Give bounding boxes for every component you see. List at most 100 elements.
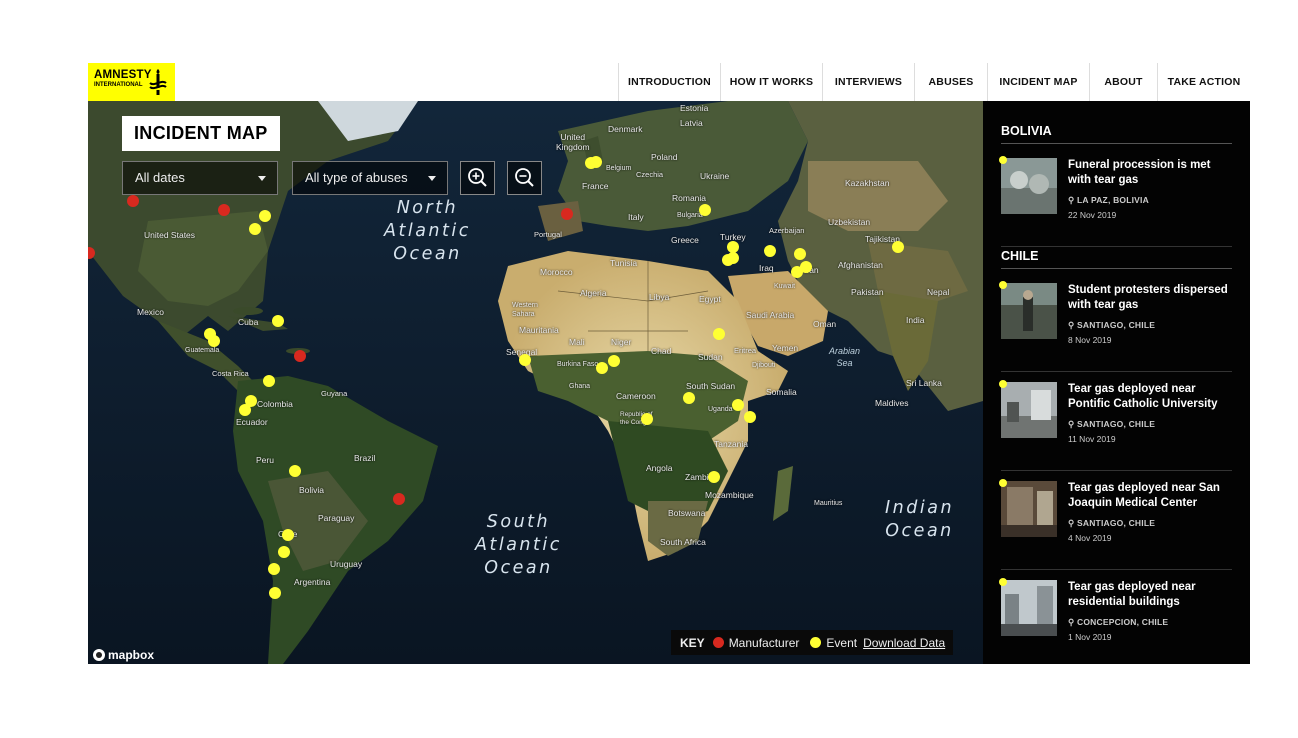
manufacturer-marker[interactable]	[218, 204, 230, 216]
incident-title: Tear gas deployed near San Joaquin Medic…	[1068, 482, 1220, 509]
location-pin-icon: ⚲	[1068, 617, 1077, 627]
event-marker[interactable]	[590, 156, 602, 168]
incident-card[interactable]: Funeral procession is met with tear gas …	[999, 156, 1232, 247]
event-marker[interactable]	[208, 335, 220, 347]
country-heading-chile: CHILE	[1001, 249, 1232, 269]
nav-introduction[interactable]: INTRODUCTION	[618, 63, 720, 101]
incident-location-text: CONCEPCION, CHILE	[1077, 617, 1169, 627]
country-label: Greece	[671, 235, 699, 245]
incident-list-panel[interactable]: BOLIVIA Funeral procession is met with t…	[983, 101, 1250, 664]
zoom-in-button[interactable]	[460, 161, 495, 195]
event-marker[interactable]	[713, 328, 725, 340]
country-label: Mali	[569, 337, 585, 347]
event-marker[interactable]	[727, 252, 739, 264]
event-marker[interactable]	[269, 587, 281, 599]
country-label: Burkina Faso	[557, 361, 599, 368]
incident-location-text: SANTIAGO, CHILE	[1077, 419, 1156, 429]
event-marker[interactable]	[289, 465, 301, 477]
event-marker[interactable]	[239, 404, 251, 416]
ocean-label-indian: Indian Ocean	[885, 498, 955, 541]
event-marker[interactable]	[892, 241, 904, 253]
event-marker[interactable]	[272, 315, 284, 327]
manufacturer-marker[interactable]	[294, 350, 306, 362]
country-label: Tunisia	[610, 258, 638, 268]
country-label: United States	[144, 230, 196, 240]
abuse-filter-select[interactable]: All type of abuses	[292, 161, 448, 195]
event-marker[interactable]	[282, 529, 294, 541]
incident-card[interactable]: Student protesters dispersed with tear g…	[999, 281, 1232, 372]
event-marker[interactable]	[249, 223, 261, 235]
country-label: Costa Rica	[212, 369, 249, 378]
nav-interviews[interactable]: INTERVIEWS	[822, 63, 914, 101]
event-marker[interactable]	[800, 261, 812, 273]
date-filter-select[interactable]: All dates	[122, 161, 278, 195]
country-label: Kuwait	[774, 283, 796, 290]
country-heading-bolivia: BOLIVIA	[1001, 124, 1232, 144]
manufacturer-marker[interactable]	[393, 493, 405, 505]
location-pin-icon: ⚲	[1068, 518, 1077, 528]
country-label: Guatemala	[185, 347, 220, 354]
country-label: Chad	[651, 346, 672, 356]
main-nav: INTRODUCTION HOW IT WORKS INTERVIEWS ABU…	[618, 63, 1250, 101]
country-label: Denmark	[608, 124, 643, 134]
event-marker[interactable]	[278, 546, 290, 558]
incident-date: 22 Nov 2019	[1068, 210, 1117, 220]
country-label: Afghanistan	[838, 260, 883, 270]
country-label: Djibouti	[752, 362, 776, 369]
nav-abuses[interactable]: ABUSES	[914, 63, 987, 101]
incident-title: Funeral procession is met with tear gas	[1068, 159, 1211, 186]
event-marker[interactable]	[794, 248, 806, 260]
incident-card[interactable]: Tear gas deployed near San Joaquin Medic…	[999, 479, 1232, 570]
event-marker[interactable]	[732, 399, 744, 411]
event-marker[interactable]	[764, 245, 776, 257]
country-label: Colombia	[257, 399, 293, 409]
incident-thumbnail	[1001, 382, 1057, 438]
event-marker[interactable]	[519, 354, 531, 366]
incident-thumbnail	[1001, 580, 1057, 636]
incident-card[interactable]: Tear gas deployed near residential build…	[999, 578, 1232, 664]
event-marker[interactable]	[259, 210, 271, 222]
event-marker[interactable]	[744, 411, 756, 423]
incident-location: ⚲ SANTIAGO, CHILE	[1068, 320, 1155, 331]
country-label: Mexico	[137, 307, 164, 317]
nav-incident-map[interactable]: INCIDENT MAP	[987, 63, 1089, 101]
country-label: Brazil	[354, 453, 376, 463]
date-filter-value: All dates	[135, 170, 185, 185]
event-marker[interactable]	[596, 362, 608, 374]
country-label: Uruguay	[330, 559, 363, 569]
event-marker[interactable]	[699, 204, 711, 216]
key-title: KEY	[680, 635, 705, 650]
manufacturer-marker[interactable]	[127, 195, 139, 207]
incident-location: ⚲ CONCEPCION, CHILE	[1068, 617, 1168, 628]
amnesty-logo[interactable]: AMNESTY INTERNATIONAL	[88, 63, 175, 101]
event-marker[interactable]	[708, 471, 720, 483]
country-label: Peru	[256, 455, 274, 465]
incident-location-text: SANTIAGO, CHILE	[1077, 518, 1156, 528]
nav-take-action[interactable]: TAKE ACTION	[1157, 63, 1250, 101]
manufacturer-marker[interactable]	[561, 208, 573, 220]
event-marker[interactable]	[268, 563, 280, 575]
event-marker[interactable]	[608, 355, 620, 367]
mapbox-attribution[interactable]: mapbox	[93, 648, 154, 662]
key-event: Event	[826, 635, 858, 650]
nav-about[interactable]: ABOUT	[1089, 63, 1157, 101]
country-label: Eritrea	[734, 346, 757, 355]
country-label: Cameroon	[616, 391, 656, 401]
country-label: Azerbaijan	[769, 226, 805, 235]
country-label: Ecuador	[236, 417, 268, 427]
mapbox-logo-icon	[93, 649, 105, 661]
event-marker[interactable]	[263, 375, 275, 387]
nav-how-it-works[interactable]: HOW IT WORKS	[720, 63, 822, 101]
incident-map[interactable]: INCIDENT MAP All dates All type of abuse…	[88, 101, 983, 664]
chevron-down-icon	[258, 176, 266, 181]
country-label: Mauritius	[814, 500, 843, 507]
event-marker[interactable]	[683, 392, 695, 404]
incident-title: Tear gas deployed near Pontific Catholic…	[1068, 383, 1218, 410]
country-label: Libya	[649, 292, 670, 302]
event-marker[interactable]	[641, 413, 653, 425]
download-data-link[interactable]: Download Data	[863, 636, 945, 650]
incident-card[interactable]: Tear gas deployed near Pontific Catholic…	[999, 380, 1232, 471]
event-marker	[999, 156, 1007, 164]
zoom-out-button[interactable]	[507, 161, 542, 195]
event-marker	[999, 380, 1007, 388]
